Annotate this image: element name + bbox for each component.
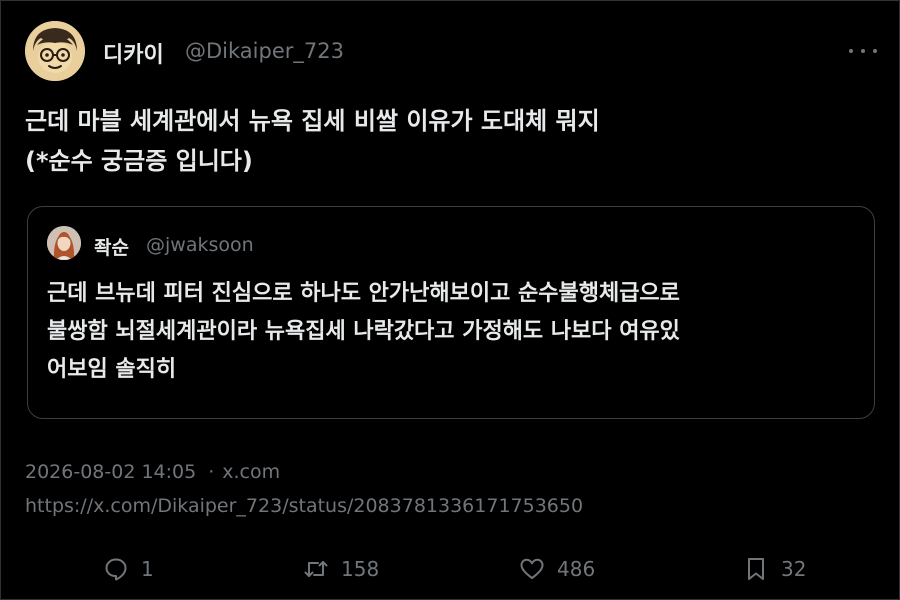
reply-button[interactable]: 1 bbox=[103, 549, 154, 589]
quoted-tweet[interactable]: 좍순 @jwaksoon 근데 브뉴데 피터 진심으로 하나도 안가난해보이고 … bbox=[27, 206, 875, 419]
quoted-text-line: 어보임 솔직히 bbox=[47, 357, 177, 382]
tweet-url[interactable]: https://x.com/Dikaiper_723/status/208378… bbox=[25, 495, 583, 517]
action-bar: 1 158 486 32 bbox=[1, 549, 900, 589]
more-options-icon[interactable] bbox=[849, 41, 877, 61]
quoted-text-line: 근데 브뉴데 피터 진심으로 하나도 안가난해보이고 순수불행체급으로 bbox=[47, 281, 680, 306]
tweet-card: 디카이 @Dikaiper_723 근데 마블 세계관에서 뉴욕 집세 비쌀 이… bbox=[0, 0, 900, 600]
retweet-count: 158 bbox=[341, 557, 380, 581]
author-avatar[interactable] bbox=[25, 21, 85, 81]
quoted-author-avatar[interactable] bbox=[47, 226, 81, 260]
quoted-tweet-text: 근데 브뉴데 피터 진심으로 하나도 안가난해보이고 순수불행체급으로 불쌍함 … bbox=[47, 275, 862, 389]
tweet-timestamp[interactable]: 2026-08-02 14:05 bbox=[25, 461, 196, 483]
tweet-text-line: (*순수 궁금증 입니다) bbox=[25, 147, 253, 175]
bookmark-button[interactable]: 32 bbox=[743, 549, 806, 589]
like-count: 486 bbox=[557, 557, 596, 581]
reply-count: 1 bbox=[141, 557, 154, 581]
quoted-text-line: 불쌍함 뇌절세계관이라 뉴욕집세 나락갔다고 가정해도 나보다 여유있 bbox=[47, 319, 680, 344]
bookmark-count: 32 bbox=[781, 557, 807, 581]
tweet-header: 디카이 @Dikaiper_723 bbox=[25, 21, 877, 81]
quoted-author-handle[interactable]: @jwaksoon bbox=[146, 234, 254, 256]
heart-icon bbox=[520, 558, 544, 579]
author-handle[interactable]: @Dikaiper_723 bbox=[185, 39, 344, 63]
reply-icon bbox=[105, 558, 127, 581]
tweet-metadata: 2026-08-02 14:05 · x.com bbox=[25, 461, 280, 483]
tweet-text-line: 근데 마블 세계관에서 뉴욕 집세 비쌀 이유가 도대체 뭐지 bbox=[25, 107, 600, 135]
retweet-icon bbox=[304, 561, 328, 577]
tweet-source: x.com bbox=[222, 461, 281, 483]
bookmark-icon bbox=[748, 558, 764, 580]
retweet-button[interactable]: 158 bbox=[303, 549, 379, 589]
author-display-name[interactable]: 디카이 bbox=[103, 37, 164, 69]
cartoon-avatar-icon bbox=[25, 21, 85, 81]
quoted-author-display-name[interactable]: 좍순 bbox=[94, 233, 129, 260]
like-button[interactable]: 486 bbox=[519, 549, 595, 589]
profile-photo-icon bbox=[47, 226, 81, 260]
tweet-text: 근데 마블 세계관에서 뉴욕 집세 비쌀 이유가 도대체 뭐지 (*순수 궁금증… bbox=[25, 101, 875, 181]
meta-separator: · bbox=[208, 461, 215, 483]
